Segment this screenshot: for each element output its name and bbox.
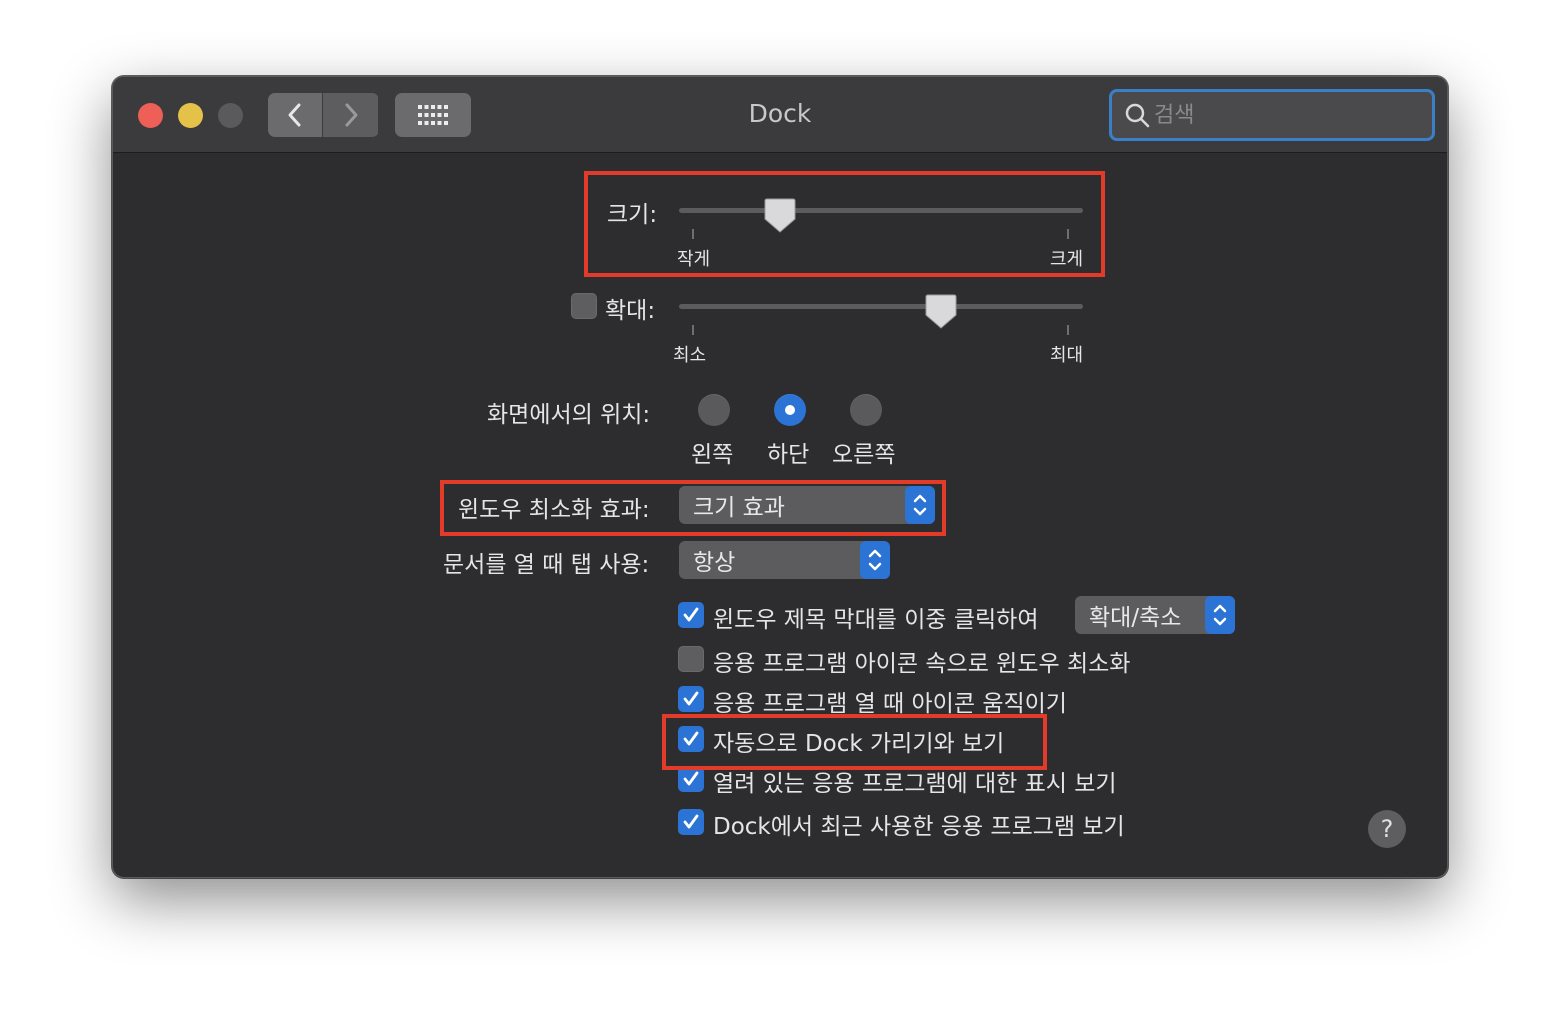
double-click-action-value: 확대/축소 [1089,605,1182,631]
magnification-checkbox[interactable] [571,293,597,319]
double-click-action-stepper[interactable] [1205,596,1235,634]
magnification-min-label: 최소 [673,345,707,366]
checkmark-icon [683,731,699,746]
checkmark-icon [683,771,699,786]
checkmark-icon [683,814,699,829]
option-label-double-click: 윈도우 제목 막대를 이중 클릭하여 [713,607,1039,633]
help-button[interactable]: ? [1368,810,1406,848]
option-label-animate-opening: 응용 프로그램 열 때 아이콘 움직이기 [713,691,1067,717]
magnification-max-tick [1067,325,1069,335]
magnification-min-tick [692,325,694,335]
up-down-arrows-icon [913,494,927,516]
size-min-label: 작게 [677,249,711,270]
position-label: 화면에서의 위치: [487,402,651,428]
magnification-max-label: 최대 [1050,345,1084,366]
option-checkbox-double-click[interactable] [678,602,704,628]
tabs-label: 문서를 열 때 탭 사용: [443,552,650,578]
size-max-tick [1067,229,1069,239]
tabs-popup[interactable]: 항상 [679,541,890,579]
size-min-tick [692,229,694,239]
up-down-arrows-icon [868,549,882,571]
tabs-value: 항상 [693,550,736,576]
position-left-radio[interactable] [698,394,730,426]
option-checkbox-show-indicators[interactable] [678,766,704,792]
option-checkbox-animate-opening[interactable] [678,686,704,712]
title-bar: Dock [113,77,1447,153]
option-checkbox-autohide[interactable] [678,726,704,752]
size-slider-track[interactable] [679,208,1083,213]
search-field[interactable] [1109,89,1435,141]
minimize-effect-label: 윈도우 최소화 효과: [458,497,650,523]
size-label: 크기: [607,202,658,228]
position-bottom-radio[interactable] [774,394,806,426]
position-right-label: 오른쪽 [832,442,896,468]
checkmark-icon [683,607,699,622]
option-label-show-recent: Dock에서 최근 사용한 응용 프로그램 보기 [713,814,1125,840]
up-down-arrows-icon [1213,604,1227,626]
search-input[interactable] [1154,102,1424,128]
search-icon [1125,103,1150,128]
option-checkbox-minimize-into-icon[interactable] [678,646,704,672]
size-max-label: 크게 [1050,249,1084,270]
checkmark-icon [683,691,699,706]
position-right-radio[interactable] [850,394,882,426]
magnification-slider-knob[interactable] [924,293,958,330]
size-slider-knob[interactable] [763,197,797,234]
minimize-effect-value: 크기 효과 [693,495,785,521]
size-highlight-box [584,171,1105,277]
minimize-effect-popup[interactable]: 크기 효과 [679,486,935,524]
minimize-effect-stepper[interactable] [905,486,935,524]
magnification-slider-track[interactable] [679,304,1083,309]
dock-preferences-window: Dock 크기: 작게 크게 확대: 최소 최대 화면에서의 위치: 왼쪽 하단… [112,76,1448,878]
tabs-stepper[interactable] [860,541,890,579]
option-label-show-indicators: 열려 있는 응용 프로그램에 대한 표시 보기 [713,771,1117,797]
option-label-minimize-into-icon: 응용 프로그램 아이콘 속으로 윈도우 최소화 [713,651,1131,677]
magnification-label: 확대: [605,298,656,324]
double-click-action-popup[interactable]: 확대/축소 [1075,596,1235,634]
option-label-autohide: 자동으로 Dock 가리기와 보기 [713,731,1005,757]
option-checkbox-show-recent[interactable] [678,809,704,835]
position-left-label: 왼쪽 [691,442,734,468]
position-bottom-label: 하단 [767,442,810,468]
